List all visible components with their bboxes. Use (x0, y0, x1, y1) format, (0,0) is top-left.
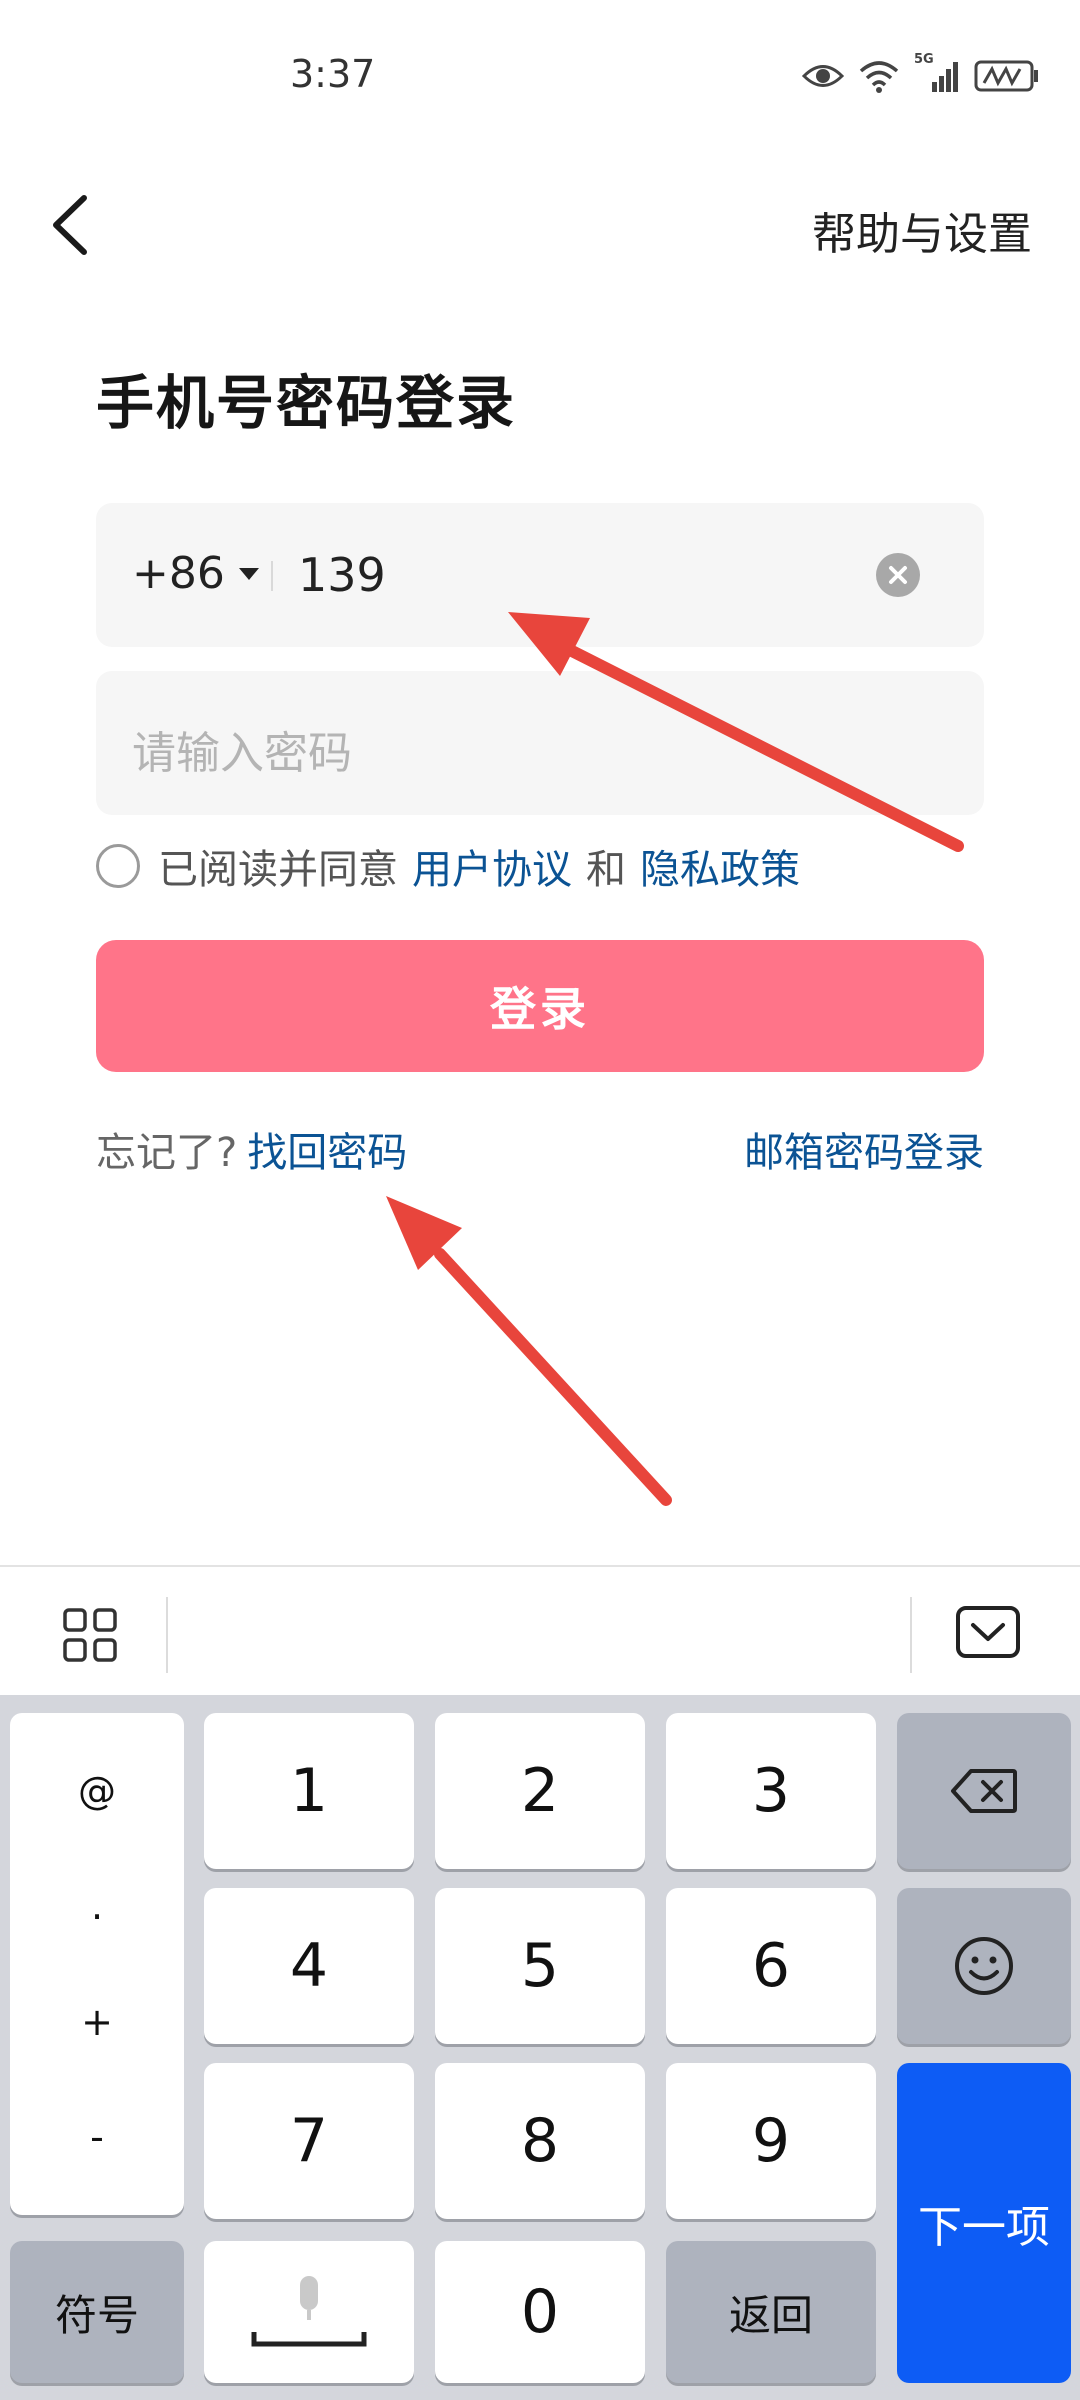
help-settings-link[interactable]: 帮助与设置 (812, 198, 1032, 262)
arrow-to-recover (386, 1196, 672, 1506)
back-arrow-icon (53, 195, 87, 255)
field-divider (271, 561, 273, 591)
symbols-key[interactable]: 符号 (10, 2241, 184, 2383)
collapse-keyboard-icon (956, 1606, 1020, 1658)
microphone-icon (251, 2276, 367, 2347)
phone-input[interactable]: 139 (298, 548, 386, 602)
collapse-keyboard-button[interactable] (955, 1605, 1021, 1659)
page-title: 手机号密码登录 (96, 369, 517, 437)
back-button[interactable] (44, 190, 104, 260)
key-2[interactable]: 2 (435, 1713, 645, 1869)
key-at[interactable]: @ (78, 1769, 116, 1813)
status-icons: 5G (802, 52, 1040, 96)
battery-icon (974, 60, 1038, 92)
grid-icon (63, 1608, 117, 1662)
key-3[interactable]: 3 (666, 1713, 876, 1869)
return-key[interactable]: 返回 (666, 2241, 876, 2383)
password-placeholder: 请输入密码 (132, 728, 352, 779)
key-plus[interactable]: + (81, 2000, 113, 2044)
toolbar-divider (910, 1597, 912, 1673)
space-key[interactable] (204, 2241, 414, 2383)
wifi-icon (859, 61, 899, 93)
key-dot[interactable]: . (91, 1884, 103, 1928)
key-7[interactable]: 7 (204, 2063, 414, 2219)
agreement-radio[interactable] (96, 844, 140, 888)
agreement-row: 已阅读并同意 用户协议 和 隐私政策 (96, 838, 800, 894)
country-code-label: +86 (132, 548, 225, 599)
forgot-label: 忘记了? (96, 1130, 238, 1176)
recover-password-link[interactable]: 找回密码 (247, 1120, 407, 1178)
emoji-key[interactable] (897, 1888, 1071, 2044)
emoji-icon (955, 1937, 1013, 1995)
agreement-prefix: 已阅读并同意 (158, 847, 398, 893)
key-1[interactable]: 1 (204, 1713, 414, 1869)
symbol-column[interactable]: @ . + - (10, 1713, 184, 2215)
password-field[interactable]: 请输入密码 (96, 671, 984, 815)
country-code-selector[interactable]: +86 (132, 548, 259, 599)
status-time: 3:37 (290, 52, 376, 96)
key-4[interactable]: 4 (204, 1888, 414, 2044)
clear-button[interactable] (876, 553, 920, 597)
eye-icon (802, 65, 844, 87)
caret-down-icon (238, 567, 259, 580)
key-8[interactable]: 8 (435, 2063, 645, 2219)
clear-icon (889, 566, 907, 584)
key-6[interactable]: 6 (666, 1888, 876, 2044)
signal-icon: 5G (914, 52, 960, 94)
backspace-key[interactable] (897, 1713, 1071, 1869)
key-0[interactable]: 0 (435, 2241, 645, 2383)
backspace-icon (951, 1769, 1017, 1813)
agreement-and: 和 (586, 847, 626, 893)
privacy-policy-link[interactable]: 隐私政策 (640, 837, 800, 895)
keyboard-menu-button[interactable] (62, 1607, 118, 1663)
keyboard-toolbar (0, 1565, 1080, 1697)
user-agreement-link[interactable]: 用户协议 (412, 837, 572, 895)
phone-field[interactable]: +86 139 (96, 503, 984, 647)
key-minus[interactable]: - (90, 2115, 104, 2159)
forgot-row: 忘记了? 找回密码 (96, 1120, 407, 1178)
key-9[interactable]: 9 (666, 2063, 876, 2219)
key-5[interactable]: 5 (435, 1888, 645, 2044)
numeric-keyboard: @ . + - 1 2 3 4 5 6 7 8 9 下一项 符号 0 返回 (0, 1695, 1080, 2400)
toolbar-divider (166, 1597, 168, 1673)
email-login-link[interactable]: 邮箱密码登录 (744, 1120, 984, 1178)
next-key[interactable]: 下一项 (897, 2063, 1071, 2383)
login-button[interactable]: 登录 (96, 940, 984, 1072)
